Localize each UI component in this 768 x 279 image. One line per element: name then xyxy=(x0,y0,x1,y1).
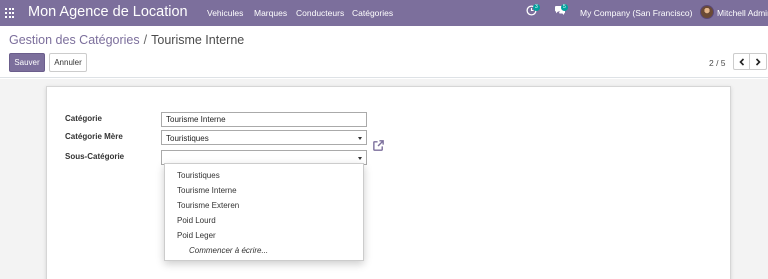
form-view: Catégorie Catégorie Mère Touristiques So… xyxy=(0,79,768,279)
breadcrumb-parent-link[interactable]: Gestion des Catégories xyxy=(9,33,140,47)
dropdown-option-poid-leger[interactable]: Poid Leger xyxy=(177,231,216,240)
company-switcher[interactable]: My Company (San Francisco) xyxy=(580,8,692,18)
sous-categorie-label: Sous-Catégorie xyxy=(65,152,125,161)
categorie-label: Catégorie xyxy=(65,114,102,123)
dropdown-option-tourisme-interne[interactable]: Tourisme Interne xyxy=(177,186,237,195)
form-sheet: Catégorie Catégorie Mère Touristiques So… xyxy=(46,86,731,279)
dropdown-start-typing-hint[interactable]: Commencer à écrire... xyxy=(189,246,268,255)
pager-next-button[interactable] xyxy=(750,53,767,70)
sous-categorie-dropdown: Touristiques Tourisme Interne Tourisme E… xyxy=(164,163,364,261)
activity-button[interactable]: 3 xyxy=(526,4,540,18)
apps-grid-icon[interactable] xyxy=(5,8,15,18)
menu-item-conducteurs[interactable]: Conducteurs xyxy=(296,8,344,18)
user-menu[interactable]: Mitchell Admin xyxy=(717,8,768,18)
app-brand[interactable]: Mon Agence de Location xyxy=(28,4,188,20)
control-panel: Gestion des Catégories / Tourisme Interne … xyxy=(0,26,768,78)
dropdown-option-tourisme-exteren[interactable]: Tourisme Exteren xyxy=(177,201,239,210)
categorie-mere-select[interactable]: Touristiques xyxy=(161,130,367,145)
pager-previous-button[interactable] xyxy=(733,53,750,70)
menu-item-vehicules[interactable]: Vehicules xyxy=(207,8,243,18)
activity-count-badge: 3 xyxy=(533,4,540,11)
menu-item-marques[interactable]: Marques xyxy=(254,8,287,18)
breadcrumb-separator: / xyxy=(143,33,148,47)
categorie-input[interactable] xyxy=(161,112,367,127)
avatar[interactable] xyxy=(700,5,714,19)
categorie-mere-value: Touristiques xyxy=(166,134,209,143)
messages-button[interactable]: 5 xyxy=(554,4,568,18)
external-link-icon[interactable] xyxy=(372,139,385,152)
breadcrumb: Gestion des Catégories / Tourisme Interne xyxy=(9,33,244,47)
pager-value[interactable]: 2 / 5 xyxy=(709,58,726,68)
messages-count-badge: 5 xyxy=(561,4,568,11)
save-button[interactable]: Sauver xyxy=(9,53,45,72)
dropdown-option-touristiques[interactable]: Touristiques xyxy=(177,171,220,180)
caret-down-icon xyxy=(358,157,362,160)
dropdown-option-poid-lourd[interactable]: Poid Lourd xyxy=(177,216,216,225)
chevron-left-icon xyxy=(738,57,744,66)
cancel-button[interactable]: Annuler xyxy=(49,53,87,72)
chevron-right-icon xyxy=(755,57,761,66)
main-navbar: Mon Agence de Location Vehicules Marques… xyxy=(0,0,768,26)
breadcrumb-current: Tourisme Interne xyxy=(151,33,245,47)
caret-down-icon xyxy=(358,137,362,140)
categorie-mere-label: Catégorie Mère xyxy=(65,132,123,141)
menu-item-categories[interactable]: Catégories xyxy=(352,8,393,18)
